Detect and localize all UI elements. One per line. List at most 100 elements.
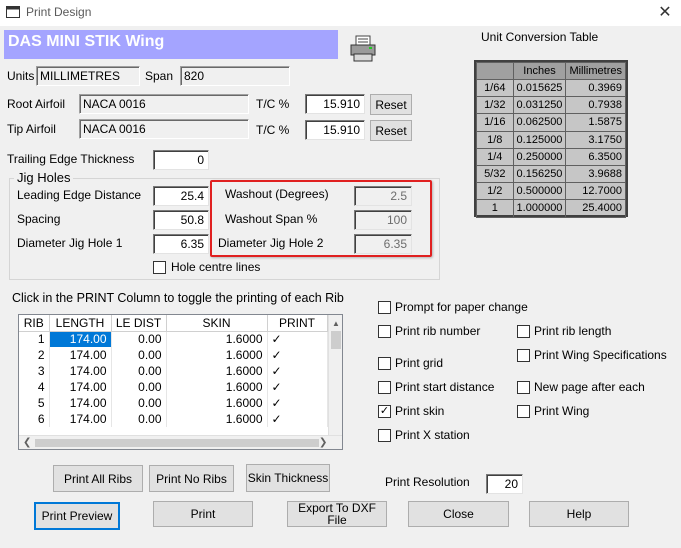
- table-row[interactable]: 1 174.00 0.00 1.6000 ✓: [19, 331, 328, 347]
- skin-cell[interactable]: 1.6000: [166, 363, 268, 379]
- conversion-cell: 1/8: [476, 130, 514, 149]
- skin-thickness-button[interactable]: Skin Thickness: [246, 464, 330, 492]
- prompt-paper-checkbox[interactable]: [378, 301, 391, 314]
- length-cell[interactable]: 174.00: [49, 347, 112, 363]
- scroll-right-arrow-icon[interactable]: ❯: [319, 437, 327, 448]
- le-dist-cell[interactable]: 0.00: [111, 379, 167, 395]
- print-toggle-cell[interactable]: ✓: [267, 363, 328, 379]
- root-airfoil-field: NACA 0016: [79, 94, 249, 114]
- print-toggle-cell[interactable]: ✓: [267, 331, 328, 347]
- help-button[interactable]: Help: [529, 501, 629, 527]
- length-cell[interactable]: 174.00: [49, 363, 112, 379]
- print-skin-checkbox[interactable]: ✓: [378, 405, 391, 418]
- leading-edge-input[interactable]: 25.4: [153, 186, 209, 206]
- conversion-cell: 0.250000: [512, 147, 567, 166]
- rib-cell: 6: [19, 411, 50, 427]
- le-dist-cell[interactable]: 0.00: [111, 331, 167, 347]
- scroll-up-arrow-icon[interactable]: ▲: [332, 319, 340, 328]
- tip-tc-input[interactable]: 15.910: [305, 120, 365, 140]
- table-row[interactable]: 3 174.00 0.00 1.6000 ✓: [19, 363, 328, 379]
- rib-grid[interactable]: RIB LENGTH LE DIST SKIN PRINT 1 174.00 0.0…: [18, 314, 343, 450]
- print-grid-checkbox[interactable]: [378, 357, 391, 370]
- conversion-row: 1/16 0.062500 1.5875: [476, 113, 626, 132]
- skin-cell[interactable]: 1.6000: [166, 347, 268, 363]
- new-page-checkbox[interactable]: [517, 381, 530, 394]
- span-label: Span: [145, 69, 174, 83]
- export-dxf-button[interactable]: Export To DXF File: [287, 501, 387, 527]
- conversion-cell: 3.1750: [565, 130, 626, 149]
- length-cell[interactable]: 174.00: [49, 331, 112, 347]
- prompt-paper-label: Prompt for paper change: [395, 300, 528, 314]
- conversion-cell: 1/64: [476, 78, 514, 98]
- column-header-skin[interactable]: SKIN: [166, 315, 268, 332]
- rib-cell: 3: [19, 363, 50, 379]
- hole-centre-lines-checkbox[interactable]: [153, 261, 166, 274]
- print-rib-length-checkbox[interactable]: [517, 325, 530, 338]
- tip-reset-button[interactable]: Reset: [370, 120, 412, 141]
- design-name-banner: DAS MINI STIK Wing: [4, 30, 338, 59]
- print-no-ribs-button[interactable]: Print No Ribs: [149, 465, 234, 492]
- horizontal-scroll-thumb[interactable]: [35, 439, 319, 447]
- print-toggle-cell[interactable]: ✓: [267, 411, 328, 427]
- skin-cell[interactable]: 1.6000: [166, 395, 268, 411]
- print-button[interactable]: Print: [153, 501, 253, 527]
- print-toggle-cell[interactable]: ✓: [267, 379, 328, 395]
- column-header-print[interactable]: PRINT: [267, 315, 328, 332]
- table-row[interactable]: 5 174.00 0.00 1.6000 ✓: [19, 395, 328, 411]
- print-toggle-cell[interactable]: ✓: [267, 347, 328, 363]
- print-x-station-checkbox[interactable]: [378, 429, 391, 442]
- new-page-label: New page after each: [534, 380, 645, 394]
- print-toggle-cell[interactable]: ✓: [267, 395, 328, 411]
- print-start-distance-label: Print start distance: [395, 380, 495, 394]
- conversion-cell: 5/32: [476, 164, 514, 184]
- trailing-edge-input[interactable]: 0: [153, 150, 209, 170]
- tip-airfoil-label: Tip Airfoil: [7, 122, 56, 136]
- horizontal-scrollbar[interactable]: ❮ ❯: [19, 435, 342, 449]
- vertical-scrollbar[interactable]: ▲: [328, 315, 342, 435]
- washout-highlight-box: [210, 180, 432, 257]
- print-preview-button[interactable]: Print Preview: [34, 502, 120, 530]
- print-start-distance-checkbox[interactable]: [378, 381, 391, 394]
- spacing-input[interactable]: 50.8: [153, 210, 209, 230]
- column-header-le-dist[interactable]: LE DIST: [111, 315, 167, 332]
- length-cell[interactable]: 174.00: [49, 411, 112, 427]
- app-icon: [6, 6, 20, 18]
- print-all-ribs-button[interactable]: Print All Ribs: [53, 465, 143, 492]
- units-field: MILLIMETRES: [36, 66, 140, 86]
- print-rib-number-checkbox[interactable]: [378, 325, 391, 338]
- skin-cell[interactable]: 1.6000: [166, 411, 268, 427]
- conversion-cell: 3.9688: [565, 164, 626, 184]
- table-row[interactable]: 4 174.00 0.00 1.6000 ✓: [19, 379, 328, 395]
- print-resolution-input[interactable]: 20: [486, 474, 523, 494]
- skin-cell[interactable]: 1.6000: [166, 331, 268, 347]
- print-wing-checkbox[interactable]: [517, 405, 530, 418]
- le-dist-cell[interactable]: 0.00: [111, 363, 167, 379]
- dia1-input[interactable]: 6.35: [153, 234, 209, 254]
- column-header-rib[interactable]: RIB: [19, 315, 50, 332]
- le-dist-cell[interactable]: 0.00: [111, 395, 167, 411]
- window-title: Print Design: [26, 5, 92, 19]
- length-cell[interactable]: 174.00: [49, 379, 112, 395]
- table-row[interactable]: 6 174.00 0.00 1.6000 ✓: [19, 411, 328, 427]
- column-header-length[interactable]: LENGTH: [49, 315, 112, 332]
- units-label: Units: [7, 69, 35, 83]
- length-cell[interactable]: 174.00: [49, 395, 112, 411]
- skin-cell[interactable]: 1.6000: [166, 379, 268, 395]
- conversion-title: Unit Conversion Table: [481, 30, 599, 44]
- root-tc-input[interactable]: 15.910: [305, 94, 365, 114]
- conversion-cell: 1/4: [476, 147, 514, 166]
- hole-centre-lines-label: Hole centre lines: [171, 260, 261, 274]
- print-grid-label: Print grid: [395, 356, 444, 370]
- le-dist-cell[interactable]: 0.00: [111, 411, 167, 427]
- close-icon[interactable]: ✕: [652, 2, 678, 24]
- close-button[interactable]: Close: [408, 501, 509, 527]
- table-row[interactable]: 2 174.00 0.00 1.6000 ✓: [19, 347, 328, 363]
- conversion-row: 5/32 0.156250 3.9688: [476, 164, 626, 184]
- print-wing-specs-checkbox[interactable]: [517, 349, 530, 362]
- root-reset-button[interactable]: Reset: [370, 94, 412, 115]
- conversion-cell: 0.015625: [512, 78, 567, 98]
- scroll-left-arrow-icon[interactable]: ❮: [23, 437, 31, 448]
- le-dist-cell[interactable]: 0.00: [111, 347, 167, 363]
- vertical-scroll-thumb[interactable]: [331, 331, 341, 349]
- tip-airfoil-field: NACA 0016: [79, 119, 249, 139]
